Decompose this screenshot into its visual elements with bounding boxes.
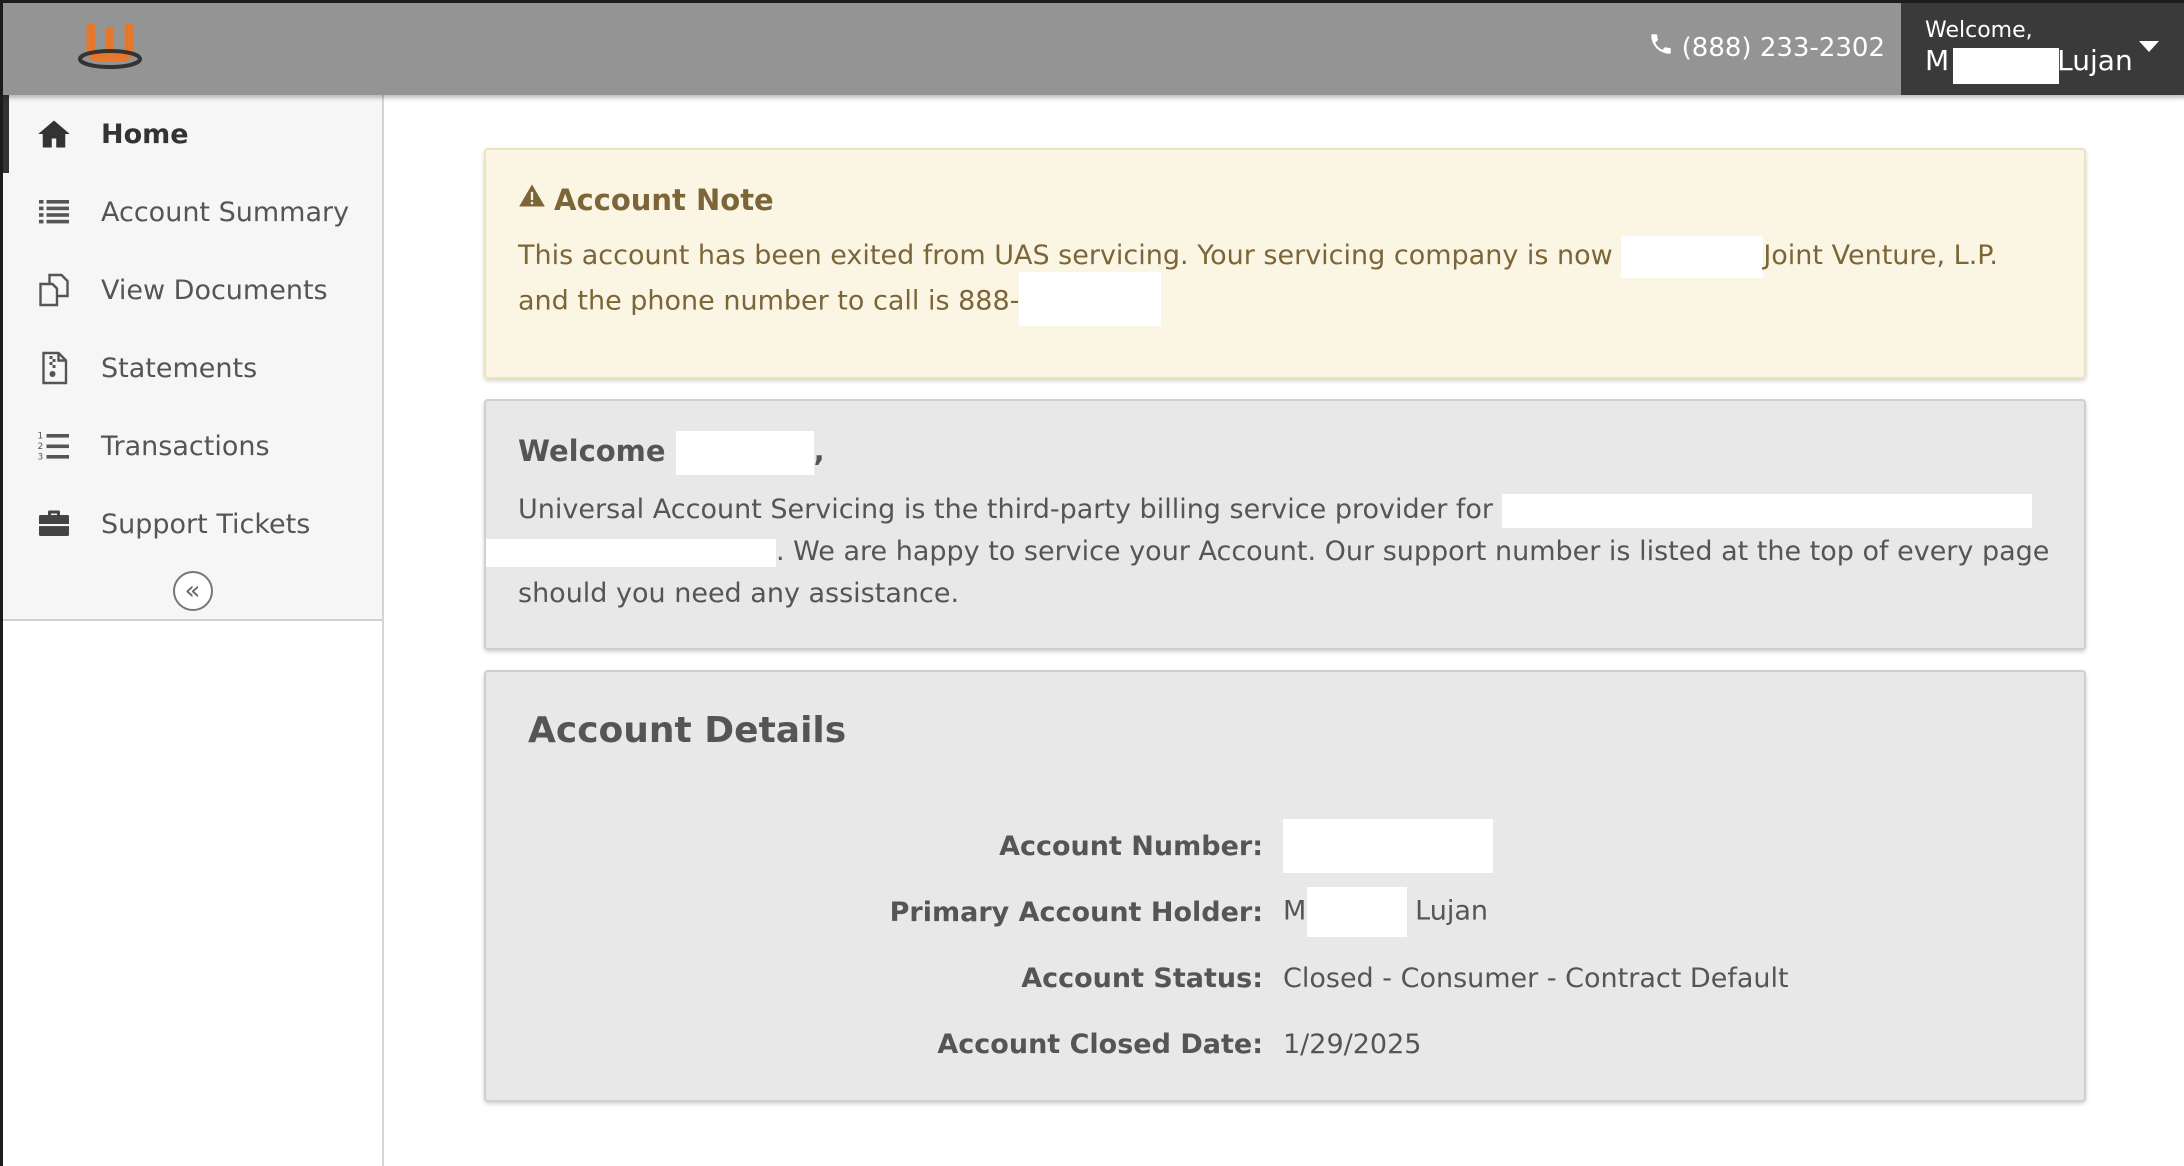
account-details-panel: Account Details Account Number: Primary …: [484, 670, 2086, 1102]
documents-icon: [35, 271, 73, 309]
warning-icon: [518, 182, 546, 217]
sidebar-collapse-row: «: [3, 563, 382, 621]
sidebar-nav: Home Account Summary View Documents Stat…: [3, 95, 382, 563]
account-number-value: [1283, 819, 1493, 873]
sidebar-item-label: View Documents: [101, 274, 328, 306]
primary-holder-label: Primary Account Holder:: [889, 896, 1263, 928]
sidebar: Home Account Summary View Documents Stat…: [3, 95, 384, 1166]
user-menu[interactable]: Welcome, M Lujan: [1901, 3, 2184, 95]
sidebar-item-view-documents[interactable]: View Documents: [3, 251, 382, 329]
redacted-block: [1621, 235, 1764, 278]
account-status-value: Closed - Consumer - Contract Default: [1283, 962, 1789, 994]
svg-text:1: 1: [38, 432, 44, 442]
account-note-text: This account has been exited from UAS se…: [518, 235, 2054, 326]
redacted-block: [675, 431, 814, 475]
account-closed-date-row: Account Closed Date: 1/29/2025: [528, 1011, 2044, 1077]
caret-down-icon[interactable]: [2139, 41, 2159, 52]
welcome-text: Universal Account Servicing is the third…: [486, 489, 2054, 615]
home-icon: [35, 115, 73, 153]
account-status-label: Account Status:: [1021, 962, 1263, 994]
sidebar-item-home[interactable]: Home: [3, 95, 382, 173]
phone-number: (888) 233-2302: [1681, 32, 1885, 63]
redacted-block: [1953, 48, 2059, 84]
account-details-title: Account Details: [528, 710, 847, 751]
main-content: Account Note This account has been exite…: [484, 148, 2086, 1122]
top-header: (888) 233-2302 Welcome, M Lujan: [3, 3, 2184, 95]
svg-text:2: 2: [38, 442, 44, 452]
account-note-panel: Account Note This account has been exite…: [484, 148, 2086, 379]
svg-text:3: 3: [38, 453, 44, 463]
sidebar-item-support-tickets[interactable]: Support Tickets: [3, 485, 382, 563]
redacted-block: [1501, 493, 2032, 528]
account-status-row: Account Status: Closed - Consumer - Cont…: [528, 945, 2044, 1011]
double-chevron-left-icon: «: [184, 576, 201, 606]
primary-holder-value: Mc Lujan: [1283, 887, 1488, 937]
ordered-list-icon: 123: [35, 427, 73, 465]
zip-file-icon: [35, 349, 73, 387]
app-frame: (888) 233-2302 Welcome, M Lujan Home Acc…: [0, 0, 2184, 1166]
sidebar-item-statements[interactable]: Statements: [3, 329, 382, 407]
welcome-panel: Welcome , Universal Account Servicing is…: [484, 399, 2086, 650]
collapse-sidebar-button[interactable]: «: [172, 571, 213, 611]
sidebar-item-label: Account Summary: [101, 196, 350, 228]
sidebar-item-label: Statements: [101, 352, 258, 384]
redacted-block: [1307, 887, 1408, 937]
phone-icon: [1648, 31, 1674, 64]
welcome-title: Welcome ,: [518, 431, 2054, 475]
brand-logo[interactable]: [75, 22, 145, 73]
account-number-row: Account Number:: [528, 813, 2044, 879]
list-icon: [35, 193, 73, 231]
support-phone[interactable]: (888) 233-2302: [1648, 31, 1885, 64]
sidebar-item-label: Home: [101, 118, 189, 150]
sidebar-item-transactions[interactable]: 123 Transactions: [3, 407, 382, 485]
account-note-title: Account Note: [518, 182, 2054, 217]
account-closed-date-label: Account Closed Date:: [937, 1028, 1263, 1060]
account-number-label: Account Number:: [999, 830, 1263, 862]
redacted-block: [1019, 271, 1162, 326]
sidebar-item-label: Support Tickets: [101, 508, 311, 540]
account-closed-date-value: 1/29/2025: [1283, 1028, 1422, 1060]
briefcase-icon: [35, 505, 73, 543]
redacted-block: [1283, 819, 1493, 873]
sidebar-item-label: Transactions: [101, 430, 270, 462]
redacted-block: [486, 538, 776, 567]
primary-holder-row: Primary Account Holder: Mc Lujan: [528, 879, 2044, 945]
sidebar-item-account-summary[interactable]: Account Summary: [3, 173, 382, 251]
